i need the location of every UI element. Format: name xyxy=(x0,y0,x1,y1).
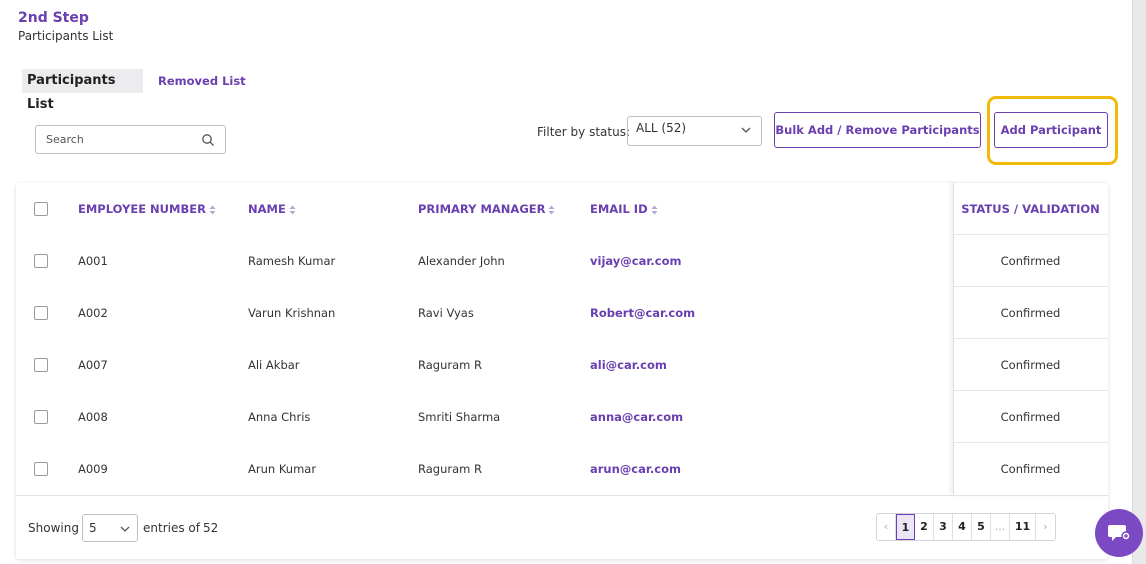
header-status-validation: STATUS / VALIDATION xyxy=(961,202,1100,216)
row-checkbox[interactable] xyxy=(34,462,48,476)
page-size-select[interactable]: 5 xyxy=(82,514,138,542)
row-checkbox[interactable] xyxy=(34,358,48,372)
email-link[interactable]: Robert@car.com xyxy=(590,287,695,339)
header-email-id[interactable]: EMAIL ID xyxy=(590,183,658,235)
chat-button[interactable] xyxy=(1095,509,1143,557)
pagination-page-5[interactable]: 5 xyxy=(972,514,991,540)
filter-label: Filter by status: xyxy=(537,125,630,139)
manager-cell: Raguram R xyxy=(418,462,482,476)
email-link[interactable]: ali@car.com xyxy=(590,339,667,391)
name-cell: Arun Kumar xyxy=(248,462,317,476)
manager-cell: Raguram R xyxy=(418,358,482,372)
row-checkbox[interactable] xyxy=(34,306,48,320)
status-cell: Confirmed xyxy=(1000,358,1061,372)
pagination-prev-button[interactable]: ‹ xyxy=(877,514,896,540)
employee-number-cell: A001 xyxy=(78,254,108,268)
manager-cell: Alexander John xyxy=(418,254,505,268)
chevron-down-icon xyxy=(120,526,130,532)
name-cell: Ramesh Kumar xyxy=(248,254,336,268)
page: 2nd Step Participants List Participants … xyxy=(0,0,1146,564)
sort-icon xyxy=(289,205,296,214)
employee-number-cell: A007 xyxy=(78,358,108,372)
name-cell: Varun Krishnan xyxy=(248,306,336,320)
status-cell: Confirmed xyxy=(1000,410,1061,424)
bulk-add-remove-button[interactable]: Bulk Add / Remove Participants xyxy=(774,112,981,148)
tab-participants-list[interactable]: Participants List xyxy=(22,69,143,112)
table-row: A009 Arun Kumar Raguram R arun@car.com C… xyxy=(16,443,1108,495)
table-row: A007 Ali Akbar Raguram R ali@car.com Con… xyxy=(16,339,1108,391)
search-icon[interactable] xyxy=(201,133,215,147)
status-cell: Confirmed xyxy=(1000,306,1061,320)
tab-removed-list[interactable]: Removed List xyxy=(158,69,248,93)
table-footer: Showing 5 entries of 52 ‹ 1 2 3 4 5 ... … xyxy=(16,495,1108,559)
page-scrollbar[interactable] xyxy=(1132,0,1146,564)
sort-icon xyxy=(548,205,555,214)
pagination: ‹ 1 2 3 4 5 ... 11 › xyxy=(876,513,1056,541)
table-row: A008 Anna Chris Smriti Sharma anna@car.c… xyxy=(16,391,1108,443)
manager-cell: Smriti Sharma xyxy=(418,410,501,424)
manager-cell: Ravi Vyas xyxy=(418,306,474,320)
search-box[interactable] xyxy=(35,125,226,154)
header-primary-manager[interactable]: PRIMARY MANAGER xyxy=(418,183,555,235)
showing-label: Showing xyxy=(28,521,79,535)
employee-number-cell: A008 xyxy=(78,410,108,424)
email-link[interactable]: vijay@car.com xyxy=(590,235,681,287)
entries-label: entries of xyxy=(143,521,200,535)
email-link[interactable]: arun@car.com xyxy=(590,443,681,495)
step-title: 2nd Step xyxy=(18,10,89,26)
name-cell: Ali Akbar xyxy=(248,358,300,372)
employee-number-cell: A009 xyxy=(78,462,108,476)
row-checkbox[interactable] xyxy=(34,254,48,268)
status-filter-value: ALL (52) xyxy=(636,121,687,135)
pagination-ellipsis: ... xyxy=(991,514,1010,540)
participants-table: EMPLOYEE NUMBER NAME PRIMARY MANAGER EMA… xyxy=(16,183,1108,559)
table-header: EMPLOYEE NUMBER NAME PRIMARY MANAGER EMA… xyxy=(16,183,1108,235)
employee-number-cell: A002 xyxy=(78,306,108,320)
header-name[interactable]: NAME xyxy=(248,183,296,235)
sort-icon xyxy=(651,205,658,214)
email-link[interactable]: anna@car.com xyxy=(590,391,683,443)
pagination-page-4[interactable]: 4 xyxy=(953,514,972,540)
table-row: A002 Varun Krishnan Ravi Vyas Robert@car… xyxy=(16,287,1108,339)
pagination-page-3[interactable]: 3 xyxy=(934,514,953,540)
status-cell: Confirmed xyxy=(1000,254,1061,268)
name-cell: Anna Chris xyxy=(248,410,311,424)
row-checkbox[interactable] xyxy=(34,410,48,424)
sort-icon xyxy=(209,205,216,214)
page-size-value: 5 xyxy=(89,521,97,535)
chevron-down-icon xyxy=(741,127,751,133)
pagination-next-button[interactable]: › xyxy=(1036,514,1055,540)
pagination-page-1[interactable]: 1 xyxy=(896,514,915,540)
add-participant-highlight xyxy=(987,96,1118,165)
chat-icon xyxy=(1108,525,1131,541)
select-all-checkbox[interactable] xyxy=(34,202,48,216)
pagination-page-2[interactable]: 2 xyxy=(915,514,934,540)
step-subtitle: Participants List xyxy=(18,29,114,43)
table-row: A001 Ramesh Kumar Alexander John vijay@c… xyxy=(16,235,1108,287)
pagination-page-11[interactable]: 11 xyxy=(1010,514,1036,540)
header-employee-number[interactable]: EMPLOYEE NUMBER xyxy=(78,183,216,235)
status-cell: Confirmed xyxy=(1000,462,1061,476)
entries-total: 52 xyxy=(203,521,219,535)
status-filter-select[interactable]: ALL (52) xyxy=(627,116,762,146)
search-input[interactable] xyxy=(46,133,201,146)
